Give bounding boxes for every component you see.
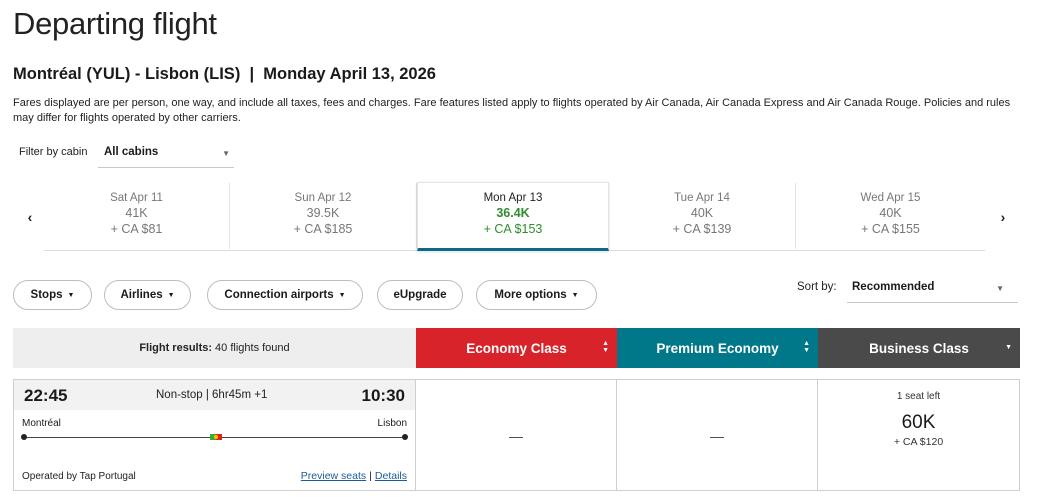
airlines-filter-label: Airlines <box>120 289 163 301</box>
date-label: Wed Apr 15 <box>860 192 921 204</box>
business-class-header[interactable]: Business Class ▼ <box>818 328 1020 368</box>
origin-dot <box>21 434 27 440</box>
flight-duration: Non-stop | 6hr45m +1 <box>156 389 268 401</box>
departure-time: 22:45 <box>24 386 68 405</box>
flight-times-row: 22:45 Non-stop | 6hr45m +1 10:30 <box>14 380 415 410</box>
filter-cabin-select[interactable]: All cabins ▼ <box>98 140 234 168</box>
date-option-tue-apr-14[interactable]: Tue Apr 14 40K + CA $139 <box>609 183 796 249</box>
filter-cabin-value: All cabins <box>104 146 159 158</box>
business-fare-cell[interactable]: 1 seat left 60K + CA $120 <box>818 379 1020 491</box>
date-option-sun-apr-12[interactable]: Sun Apr 12 39.5K + CA $185 <box>230 183 417 249</box>
flight-results-summary: Flight results: 40 flights found <box>13 328 416 368</box>
more-options-filter-button[interactable]: More options ▼ <box>476 280 597 310</box>
tap-portugal-logo-icon <box>210 434 222 440</box>
economy-unavailable: — <box>509 428 523 444</box>
sort-select[interactable]: Recommended ▼ <box>847 275 1018 303</box>
route-line <box>21 434 408 440</box>
date-label: Mon Apr 13 <box>483 192 543 204</box>
filter-cabin-label: Filter by cabin <box>19 146 88 158</box>
sort-icon: ▲ ▼ <box>803 340 810 354</box>
sort-icon: ▲ ▼ <box>602 340 609 354</box>
next-dates-button[interactable]: › <box>991 185 1015 249</box>
previous-dates-button[interactable]: ‹ <box>18 185 42 249</box>
premium-economy-unavailable: — <box>710 428 724 444</box>
flight-result-card: 22:45 Non-stop | 6hr45m +1 10:30 Montréa… <box>13 379 416 491</box>
date-label: Sun Apr 12 <box>294 192 352 204</box>
chevron-down-icon: ▼ <box>222 149 230 158</box>
chevron-down-icon: ▼ <box>571 291 579 299</box>
link-separator: | <box>369 470 372 482</box>
stops-filter-button[interactable]: Stops ▼ <box>13 280 92 310</box>
more-options-filter-label: More options <box>494 289 567 301</box>
business-cash: + CA $120 <box>893 436 944 448</box>
business-class-label: Business Class <box>869 340 969 356</box>
stops-filter-label: Stops <box>30 289 63 301</box>
date-label: Tue Apr 14 <box>674 192 730 204</box>
destination-dot <box>402 434 408 440</box>
chevron-right-icon: › <box>1000 209 1006 225</box>
results-label: Flight results: <box>139 342 213 354</box>
flight-links: Preview seats | Details <box>301 470 407 482</box>
date-label: Sat Apr 11 <box>110 192 163 204</box>
preview-seats-link[interactable]: Preview seats <box>301 470 366 482</box>
seats-left: 1 seat left <box>896 391 941 402</box>
date-cash: + CA $153 <box>483 222 543 236</box>
connection-airports-filter-button[interactable]: Connection airports ▼ <box>207 280 363 310</box>
date-cash: + CA $81 <box>110 222 163 236</box>
sort-value: Recommended <box>852 281 935 293</box>
date-points: 41K <box>125 206 148 220</box>
eupgrade-filter-button[interactable]: eUpgrade <box>377 280 463 310</box>
operated-by: Operated by Tap Portugal <box>22 471 136 482</box>
economy-class-header[interactable]: Economy Class ▲ ▼ <box>416 328 617 368</box>
page-title: Departing flight <box>13 6 217 41</box>
chevron-down-icon: ▼ <box>1005 344 1012 351</box>
date-points: 36.4K <box>496 206 530 220</box>
premium-economy-label: Premium Economy <box>656 340 779 356</box>
results-count: 40 flights found <box>215 342 290 354</box>
chevron-down-icon: ▼ <box>167 291 175 299</box>
date-points: 40K <box>879 206 902 220</box>
eupgrade-filter-label: eUpgrade <box>393 289 447 301</box>
date-points: 39.5K <box>306 206 340 220</box>
airlines-filter-button[interactable]: Airlines ▼ <box>104 280 191 310</box>
connection-airports-filter-label: Connection airports <box>224 289 334 301</box>
date-option-wed-apr-15[interactable]: Wed Apr 15 40K + CA $155 <box>796 183 985 249</box>
date-points: 40K <box>690 206 714 220</box>
chevron-left-icon: ‹ <box>27 209 33 225</box>
date-option-mon-apr-13[interactable]: Mon Apr 13 36.4K + CA $153 <box>417 182 609 251</box>
premium-economy-fare-cell: — <box>617 379 818 491</box>
date-cash: + CA $155 <box>861 222 920 236</box>
premium-economy-header[interactable]: Premium Economy ▲ ▼ <box>617 328 818 368</box>
chevron-down-icon: ▼ <box>67 291 75 299</box>
chevron-down-icon: ▼ <box>996 284 1004 293</box>
route-title: Montréal (YUL) - Lisbon (LIS) | Monday A… <box>13 65 436 83</box>
chevron-down-icon: ▼ <box>338 291 346 299</box>
sort-label: Sort by: <box>797 281 837 293</box>
date-cash: + CA $139 <box>672 222 732 236</box>
economy-fare-cell: — <box>416 379 617 491</box>
destination-city: Lisbon <box>377 418 407 429</box>
fare-note: Fares displayed are per person, one way,… <box>13 97 1011 124</box>
date-cash: + CA $185 <box>293 222 353 236</box>
arrival-time: 10:30 <box>361 386 405 405</box>
origin-city: Montréal <box>22 418 61 429</box>
details-link[interactable]: Details <box>375 470 407 482</box>
business-points: 60K <box>901 412 936 433</box>
economy-class-label: Economy Class <box>466 340 567 356</box>
date-option-sat-apr-11[interactable]: Sat Apr 11 41K + CA $81 <box>44 183 230 249</box>
date-selector: Sat Apr 11 41K + CA $81 Sun Apr 12 39.5K… <box>44 182 985 251</box>
